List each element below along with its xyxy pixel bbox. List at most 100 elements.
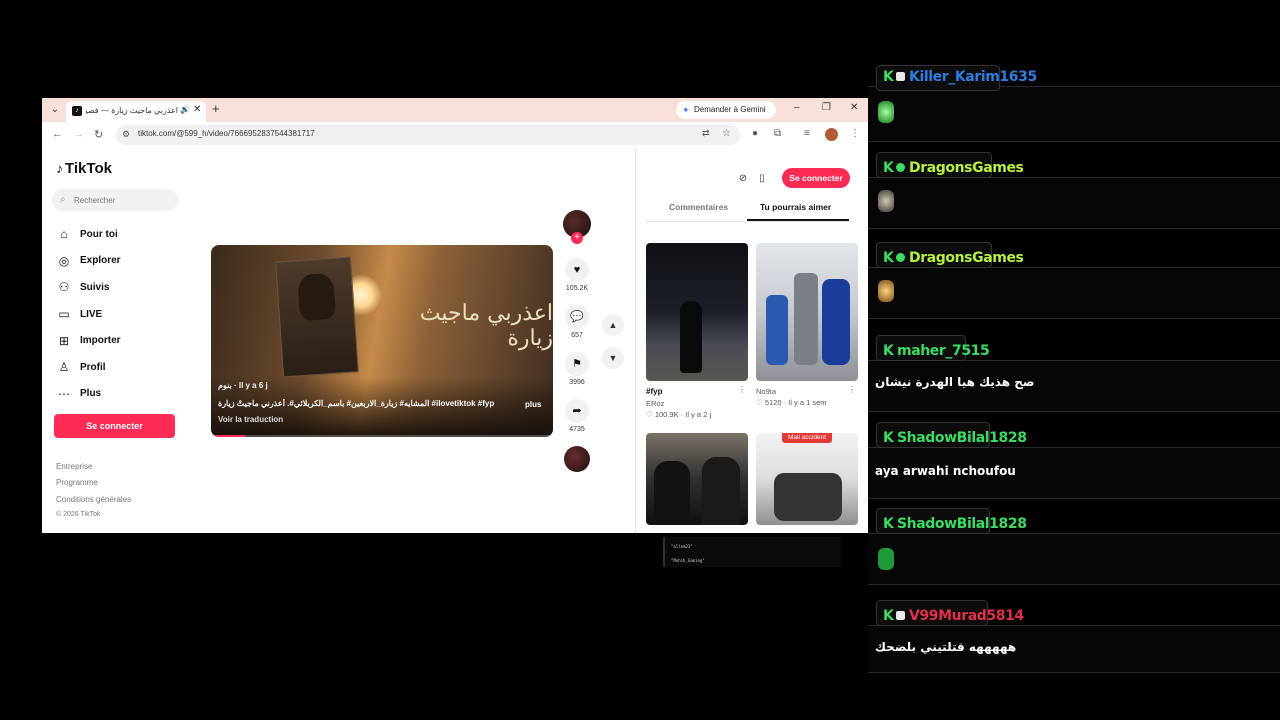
card-more-icon[interactable]: ⋮: [848, 385, 856, 394]
thumb-figure: [822, 279, 850, 365]
video-thumbnail[interactable]: [756, 243, 858, 381]
chat-username: maher_7515: [897, 343, 990, 359]
comment-icon[interactable]: 💬: [565, 305, 589, 329]
video-thumbnail[interactable]: [646, 243, 748, 381]
footer-link-entreprise[interactable]: Entreprise: [56, 462, 131, 478]
translate-icon[interactable]: ⇄: [702, 128, 710, 139]
chat-username: ShadowBilal1828: [897, 516, 1027, 532]
browser-toolbar: ← → ↻ ⚙ tiktok.com/@599_h/video/76669528…: [42, 122, 868, 148]
previous-video-chevron-up-icon[interactable]: ▲: [602, 314, 624, 336]
kick-badge-icon: K: [883, 608, 894, 624]
suggested-video-card[interactable]: Mail accident: [756, 433, 858, 525]
tiktok-logo[interactable]: ♪ TikTok: [56, 160, 112, 177]
video-progress-bar[interactable]: [211, 435, 553, 437]
save-action[interactable]: ⚑ 3996: [561, 352, 593, 386]
kick-badge-icon: K: [883, 250, 894, 266]
card-author[interactable]: No9ta: [756, 387, 858, 396]
footer-link-conditions[interactable]: Conditions générales: [56, 495, 131, 511]
close-window-button[interactable]: ✕: [850, 102, 858, 113]
nav-pour-toi[interactable]: ⌂ Pour toi: [54, 221, 121, 248]
card-more-icon[interactable]: ⋮: [738, 385, 746, 394]
browser-menu-icon[interactable]: ⋮: [850, 128, 860, 139]
active-tab[interactable]: ♪ اعذربي ماجيث زيارة — فصيد: 🔊 ✕: [66, 101, 206, 122]
restore-button[interactable]: ❐: [822, 102, 831, 113]
video-poster: [275, 256, 359, 378]
site-info-icon[interactable]: ⚙: [122, 129, 130, 140]
suggested-video-card[interactable]: #fyp ERoz ♡ 100.9K · Il y a 2 j ⋮: [646, 243, 748, 419]
video-player[interactable]: اعذربي ماجيث زيارة بنوم · Il y a 6 j الم…: [211, 245, 553, 437]
extensions-puzzle-icon[interactable]: ⧉: [774, 128, 781, 139]
profile-avatar[interactable]: [825, 128, 838, 141]
reload-icon[interactable]: ↻: [94, 128, 103, 141]
login-button-header[interactable]: Se connecter: [782, 168, 850, 188]
next-video-avatar[interactable]: [564, 446, 590, 472]
card-title: #fyp: [646, 387, 663, 396]
video-thumbnail[interactable]: [646, 433, 748, 525]
nav-importer[interactable]: ⊞ Importer: [54, 327, 121, 354]
nav-suivis[interactable]: ⚇ Suivis: [54, 274, 121, 301]
bookmark-icon[interactable]: ⚑: [565, 352, 589, 376]
following-icon: ⚇: [58, 280, 70, 295]
chat-username: DragonsGames: [909, 160, 1024, 176]
login-button-sidebar[interactable]: Se connecter: [54, 414, 175, 438]
browser-window: ⌄ ♪ اعذربي ماجيث زيارة — فصيد: 🔊 ✕ + ✦ D…: [42, 98, 868, 533]
gemini-sparkle-icon: ✦: [682, 105, 690, 115]
nav-explorer[interactable]: ◎ Explorer: [54, 248, 121, 275]
forward-arrow-icon[interactable]: →: [73, 128, 84, 140]
discover-compass-icon[interactable]: ⊘: [736, 172, 750, 186]
active-tab-underline: [747, 219, 849, 221]
speaker-icon[interactable]: 🔊: [180, 105, 190, 114]
video-author-line[interactable]: بنوم · Il y a 6 j: [218, 381, 268, 390]
follow-plus-icon[interactable]: +: [571, 232, 583, 244]
thumb-caption-badge: Mail accident: [782, 433, 832, 443]
share-arrow-icon[interactable]: ➦: [565, 399, 589, 423]
device-phone-icon[interactable]: ▯: [755, 172, 769, 186]
minimize-button[interactable]: –: [794, 102, 800, 113]
address-bar[interactable]: ⚙ tiktok.com/@599_h/video/76669528375443…: [116, 125, 740, 145]
subscriber-badge-icon: [896, 72, 905, 81]
like-action[interactable]: ♥ 105.2K: [561, 258, 593, 292]
tab-search-chevron-icon[interactable]: ⌄: [48, 103, 62, 117]
tab-commentaires[interactable]: Commentaires: [669, 202, 728, 212]
url-text[interactable]: tiktok.com/@599_h/video/7666952837544381…: [138, 129, 315, 138]
footer-link-programme[interactable]: Programme: [56, 478, 131, 494]
terminal-line: "allem23": [671, 544, 693, 549]
share-action[interactable]: ➦ 4735: [561, 399, 593, 433]
media-controls-icon[interactable]: ≡: [804, 128, 810, 139]
extension-cookie-icon[interactable]: ●: [752, 128, 758, 139]
like-count: 105.2K: [565, 285, 589, 292]
nav-plus[interactable]: ⋯ Plus: [54, 381, 121, 408]
logo-text: TikTok: [65, 160, 112, 177]
new-tab-button[interactable]: +: [212, 101, 220, 116]
nav-profil[interactable]: ♙ Profil: [54, 354, 121, 381]
heart-icon[interactable]: ♥: [565, 258, 589, 282]
bookmark-star-icon[interactable]: ☆: [722, 128, 731, 139]
tab-title: اعذربي ماجيث زيارة — فصيد:: [86, 106, 178, 115]
search-box[interactable]: ⌕: [52, 189, 178, 211]
see-translation-link[interactable]: Voir la traduction: [218, 415, 283, 424]
nav-label: Explorer: [80, 255, 121, 267]
caption-more-button[interactable]: plus: [525, 400, 541, 409]
suggested-video-card[interactable]: No9ta ♡ 5120 · Il y a 1 sem ⋮: [756, 243, 858, 407]
kick-badge-icon: K: [883, 69, 894, 85]
comment-action[interactable]: 💬 657: [561, 305, 593, 339]
video-thumbnail[interactable]: Mail accident: [756, 433, 858, 525]
thumb-figure: [680, 301, 702, 373]
chat-emote: [878, 190, 894, 212]
suggested-video-card[interactable]: [646, 433, 748, 525]
card-meta: ♡ 5120 · Il y a 1 sem: [756, 398, 827, 407]
card-time: Il y a 1 sem: [788, 398, 827, 407]
nav-live[interactable]: ▭ LIVE: [54, 301, 121, 328]
chat-username: Killer_Karim1635: [909, 69, 1037, 85]
search-input[interactable]: [74, 193, 170, 207]
home-icon: ⌂: [60, 227, 68, 242]
nav-label: Plus: [80, 388, 102, 400]
back-arrow-icon[interactable]: ←: [52, 128, 63, 140]
tab-tu-pourrais-aimer[interactable]: Tu pourrais aimer: [760, 202, 831, 212]
next-video-chevron-down-icon[interactable]: ▼: [602, 347, 624, 369]
tab-close-icon[interactable]: ✕: [193, 104, 201, 115]
thumb-figure: [654, 461, 690, 525]
gemini-button[interactable]: ✦ Demander à Gemini: [676, 101, 776, 119]
chat-emote: [878, 548, 894, 570]
card-author[interactable]: ERoz: [646, 399, 748, 408]
